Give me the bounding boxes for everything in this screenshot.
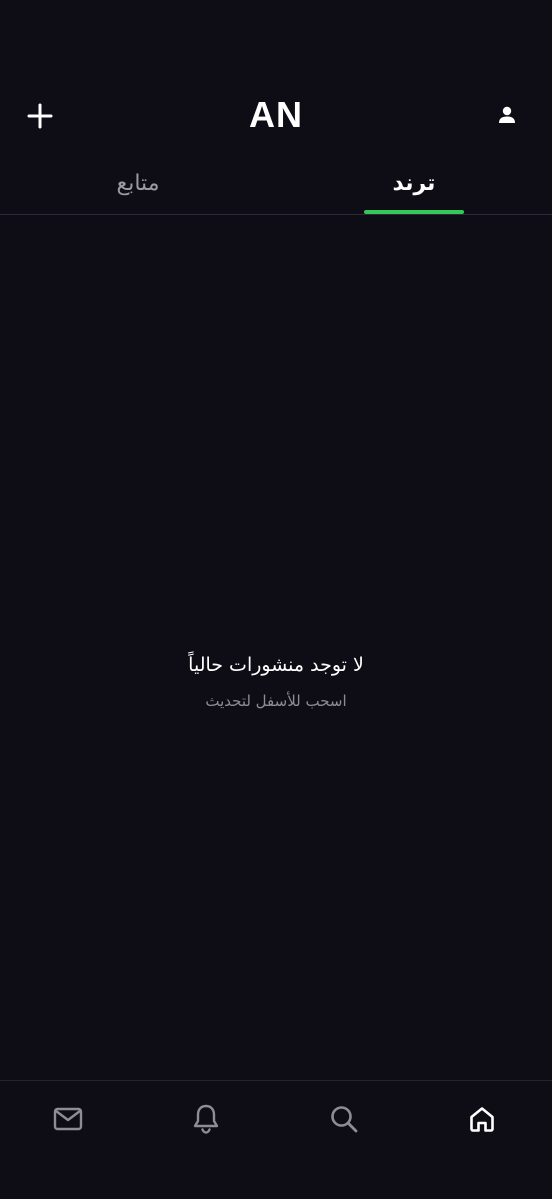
- tab-trending[interactable]: ترند: [276, 152, 552, 214]
- search-icon: [331, 1106, 358, 1133]
- tab-following-label: متابع: [116, 170, 160, 196]
- feed-tabs: متابع ترند: [0, 152, 552, 215]
- tab-trending-label: ترند: [392, 170, 436, 196]
- nav-messages[interactable]: [48, 1099, 88, 1139]
- empty-state-hint: اسحب للأسفل لتحديث: [205, 692, 347, 710]
- bottom-navigation: [0, 1080, 552, 1199]
- app-screen: AN متابع ترند لا توجد منشورات حالياً اسح…: [0, 0, 552, 1199]
- mail-icon: [53, 1107, 83, 1131]
- empty-state-title: لا توجد منشورات حالياً: [188, 654, 364, 676]
- empty-state: لا توجد منشورات حالياً اسحب للأسفل لتحدي…: [0, 650, 552, 712]
- tab-following[interactable]: متابع: [0, 152, 276, 214]
- bell-icon: [193, 1104, 219, 1134]
- nav-home[interactable]: [462, 1099, 502, 1139]
- nav-notifications[interactable]: [186, 1099, 226, 1139]
- profile-button[interactable]: [492, 100, 522, 130]
- active-tab-indicator: [364, 210, 464, 214]
- app-title: AN: [249, 94, 303, 135]
- home-icon: [470, 1107, 494, 1132]
- person-icon: [499, 106, 515, 123]
- top-bar: AN: [0, 80, 552, 150]
- nav-search[interactable]: [324, 1099, 364, 1139]
